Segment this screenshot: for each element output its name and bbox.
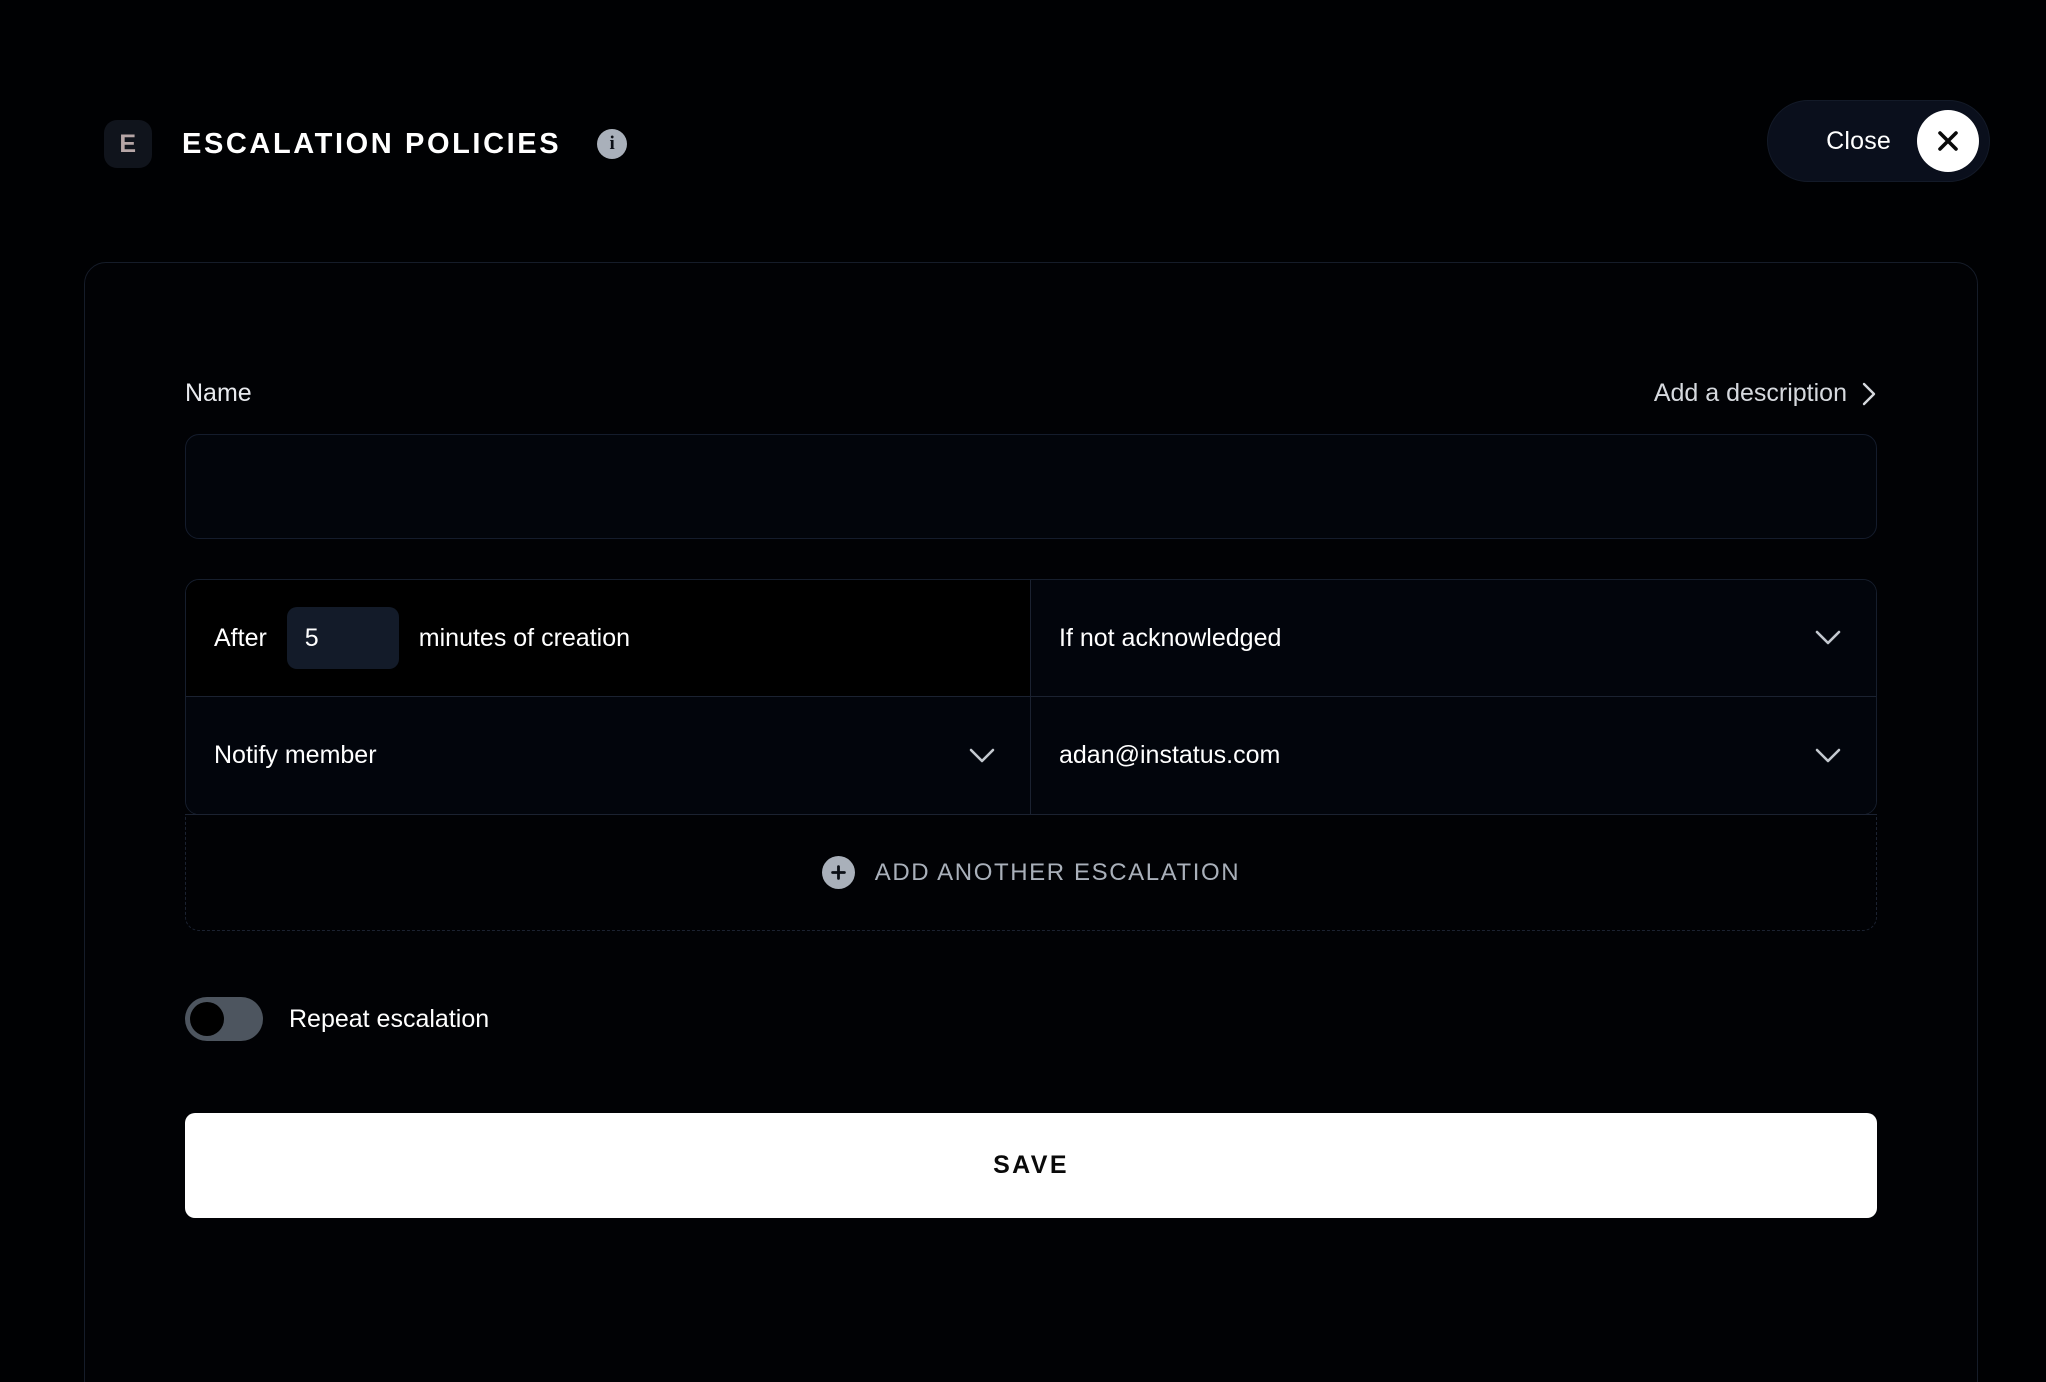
close-button-label: Close <box>1826 126 1891 155</box>
name-row: Name Add a description <box>185 379 1877 408</box>
escalation-condition-select[interactable]: If not acknowledged <box>1031 580 1876 697</box>
policy-card-body: Name Add a description After minutes of … <box>85 263 1977 1218</box>
escalation-grid: After minutes of creation If not acknowl… <box>185 579 1877 815</box>
save-button[interactable]: SAVE <box>185 1113 1877 1218</box>
minutes-suffix-label: minutes of creation <box>418 623 631 652</box>
minutes-input[interactable] <box>286 607 399 669</box>
escalation-action-select[interactable]: Notify member <box>186 697 1031 814</box>
plus-icon <box>821 856 855 889</box>
toggle-knob <box>190 1002 224 1036</box>
add-another-escalation-button[interactable]: ADD ANOTHER ESCALATION <box>185 814 1877 931</box>
escalation-action-value: Notify member <box>214 741 377 769</box>
info-icon[interactable]: i <box>597 129 628 159</box>
chevron-down-icon <box>1815 630 1841 645</box>
repeat-escalation-label: Repeat escalation <box>289 1004 490 1033</box>
escalation-badge-icon: E <box>104 120 152 168</box>
name-label: Name <box>185 379 252 407</box>
add-description-link[interactable]: Add a description <box>1654 379 1877 408</box>
repeat-escalation-toggle[interactable] <box>185 997 263 1041</box>
page-title: ESCALATION POLICIES <box>182 127 562 160</box>
add-another-escalation-label: ADD ANOTHER ESCALATION <box>874 858 1241 886</box>
chevron-right-icon <box>1862 382 1876 405</box>
escalation-delay-cell: After minutes of creation <box>186 580 1031 697</box>
escalation-policies-modal: E ESCALATION POLICIES i Close Name Add a… <box>0 0 2046 1382</box>
escalation-target-select[interactable]: adan@instatus.com <box>1031 697 1876 814</box>
modal-header: E ESCALATION POLICIES i Close <box>104 100 1990 182</box>
add-description-label: Add a description <box>1653 379 1847 407</box>
title-group: E ESCALATION POLICIES i <box>104 120 628 168</box>
policy-card: Name Add a description After minutes of … <box>84 262 1978 1382</box>
chevron-down-icon <box>1815 748 1841 762</box>
after-row: After minutes of creation <box>214 607 630 669</box>
escalation-target-value: adan@instatus.com <box>1059 741 1281 769</box>
close-icon[interactable] <box>1917 110 1979 172</box>
close-button[interactable]: Close <box>1767 100 1990 182</box>
repeat-escalation-row: Repeat escalation <box>185 997 1877 1041</box>
after-label: After <box>214 623 267 652</box>
chevron-down-icon <box>969 748 995 762</box>
escalation-condition-value: If not acknowledged <box>1059 623 1282 652</box>
policy-name-input[interactable] <box>185 434 1877 539</box>
